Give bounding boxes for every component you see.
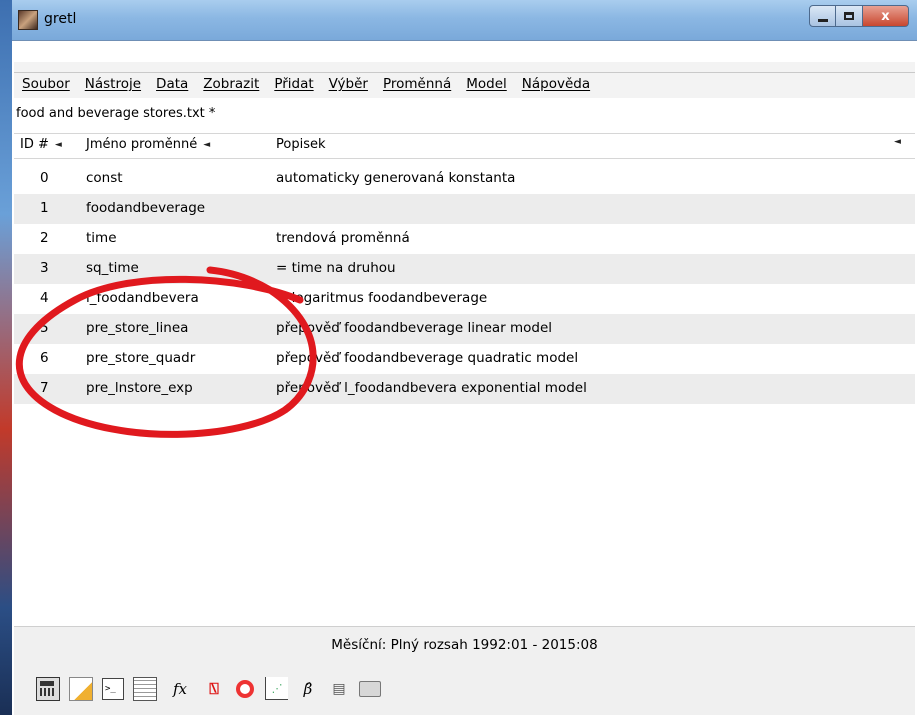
- menu-data[interactable]: Data: [148, 76, 195, 92]
- var-desc: automaticky generovaná konstanta: [276, 170, 516, 186]
- column-header-desc[interactable]: Popisek: [276, 137, 326, 152]
- terminal-icon[interactable]: >_: [102, 677, 124, 700]
- gretl-main-window: gretl x Soubor Nástroje Data Zobrazit Př…: [12, 0, 917, 715]
- help-icon[interactable]: [234, 678, 256, 700]
- menu-soubor[interactable]: Soubor: [14, 76, 77, 92]
- close-icon: x: [881, 8, 890, 24]
- folder-shape: [359, 680, 381, 697]
- var-name: pre_store_linea: [86, 320, 189, 336]
- maximize-button[interactable]: [836, 5, 863, 27]
- title-bar[interactable]: gretl x: [12, 0, 917, 41]
- var-id: 5: [40, 320, 49, 336]
- menu-bar: Soubor Nástroje Data Zobrazit Přidat Výb…: [14, 72, 915, 95]
- menu-promenna[interactable]: Proměnná: [375, 76, 458, 92]
- column-id-label: ID #: [20, 137, 49, 152]
- menu-nastroje[interactable]: Nástroje: [77, 76, 148, 92]
- var-name: const: [86, 170, 123, 186]
- column-scroll-left-button[interactable]: ◄: [894, 137, 901, 147]
- list-item[interactable]: 2 time trendová proměnná: [14, 224, 915, 254]
- calculator-icon[interactable]: [36, 676, 60, 701]
- menu-napoveda[interactable]: Nápověda: [514, 76, 597, 92]
- sort-arrow-icon: ◄: [54, 139, 62, 150]
- column-header-id[interactable]: ID # ◄: [20, 137, 62, 152]
- database-icon[interactable]: ▤: [328, 678, 350, 700]
- var-name: l_foodandbevera: [86, 290, 199, 306]
- list-item[interactable]: 3 sq_time = time na druhou: [14, 254, 915, 284]
- var-desc: přepověď foodandbeverage linear model: [276, 320, 553, 336]
- list-item[interactable]: 0 const automaticky generovaná konstanta: [14, 164, 915, 194]
- window-title: gretl: [44, 11, 77, 27]
- list-item[interactable]: 4 l_foodandbevera = logaritmus foodandbe…: [14, 284, 915, 314]
- sample-range-status: Měsíční: Plný rozsah 1992:01 - 2015:08: [14, 626, 915, 663]
- menu-model[interactable]: Model: [458, 76, 514, 92]
- menu-vyber[interactable]: Výběr: [321, 76, 375, 92]
- column-name-label: Jméno proměnné: [86, 137, 198, 152]
- sort-arrow-icon: ◄: [203, 139, 211, 150]
- minimize-icon: [817, 18, 828, 22]
- var-id: 3: [40, 260, 49, 276]
- minimize-button[interactable]: [809, 5, 836, 27]
- script-edit-icon[interactable]: [69, 676, 93, 701]
- var-id: 0: [40, 170, 49, 186]
- var-name: foodandbeverage: [86, 200, 206, 216]
- var-name: pre_store_quadr: [86, 350, 196, 366]
- data-table-icon[interactable]: [133, 676, 157, 701]
- desktop-background: [0, 0, 12, 715]
- var-desc: přepověď l_foodandbevera exponential mod…: [276, 380, 587, 396]
- var-name: sq_time: [86, 260, 139, 276]
- var-id: 4: [40, 290, 49, 306]
- list-item[interactable]: 1 foodandbeverage: [14, 194, 915, 224]
- beta-icon[interactable]: β̂: [297, 678, 319, 700]
- var-desc: = time na druhou: [276, 260, 396, 276]
- scroll-left-icon: ◄: [894, 137, 901, 147]
- data-file-name: food and beverage stores.txt *: [16, 106, 216, 121]
- variable-list: 0 const automaticky generovaná konstanta…: [14, 164, 915, 404]
- var-name: pre_lnstore_exp: [86, 380, 193, 396]
- list-item[interactable]: 6 pre_store_quadr přepověď foodandbevera…: [14, 344, 915, 374]
- var-desc: trendová proměnná: [276, 230, 410, 246]
- list-item[interactable]: 5 pre_store_linea přepověď foodandbevera…: [14, 314, 915, 344]
- pdf-icon[interactable]: ⍂: [203, 678, 225, 700]
- lifebuoy-icon: [236, 679, 254, 698]
- variable-list-header: ID # ◄ Jméno proměnné ◄ Popisek ◄: [14, 133, 915, 159]
- var-name: time: [86, 230, 117, 246]
- window-controls: x: [809, 5, 909, 27]
- var-id: 7: [40, 380, 49, 396]
- menu-pridat[interactable]: Přidat: [266, 76, 320, 92]
- column-header-name[interactable]: Jméno proměnné ◄: [86, 137, 210, 152]
- var-id: 6: [40, 350, 49, 366]
- folder-icon[interactable]: [359, 678, 381, 700]
- var-id: 1: [40, 200, 49, 216]
- gretl-app-icon[interactable]: [18, 10, 38, 30]
- function-icon[interactable]: fx: [166, 678, 194, 700]
- menu-zobrazit[interactable]: Zobrazit: [195, 76, 266, 92]
- bottom-toolbar: >_ fx ⍂ β̂ ▤: [14, 662, 915, 715]
- scatter-plot-icon[interactable]: [265, 677, 288, 700]
- list-empty-area[interactable]: [14, 404, 915, 626]
- list-item[interactable]: 7 pre_lnstore_exp přepověď l_foodandbeve…: [14, 374, 915, 404]
- column-desc-label: Popisek: [276, 137, 326, 152]
- var-desc: přepověď foodandbeverage quadratic model: [276, 350, 579, 366]
- var-desc: = logaritmus foodandbeverage: [276, 290, 488, 306]
- close-button[interactable]: x: [863, 5, 909, 27]
- var-id: 2: [40, 230, 49, 246]
- maximize-icon: [844, 12, 854, 20]
